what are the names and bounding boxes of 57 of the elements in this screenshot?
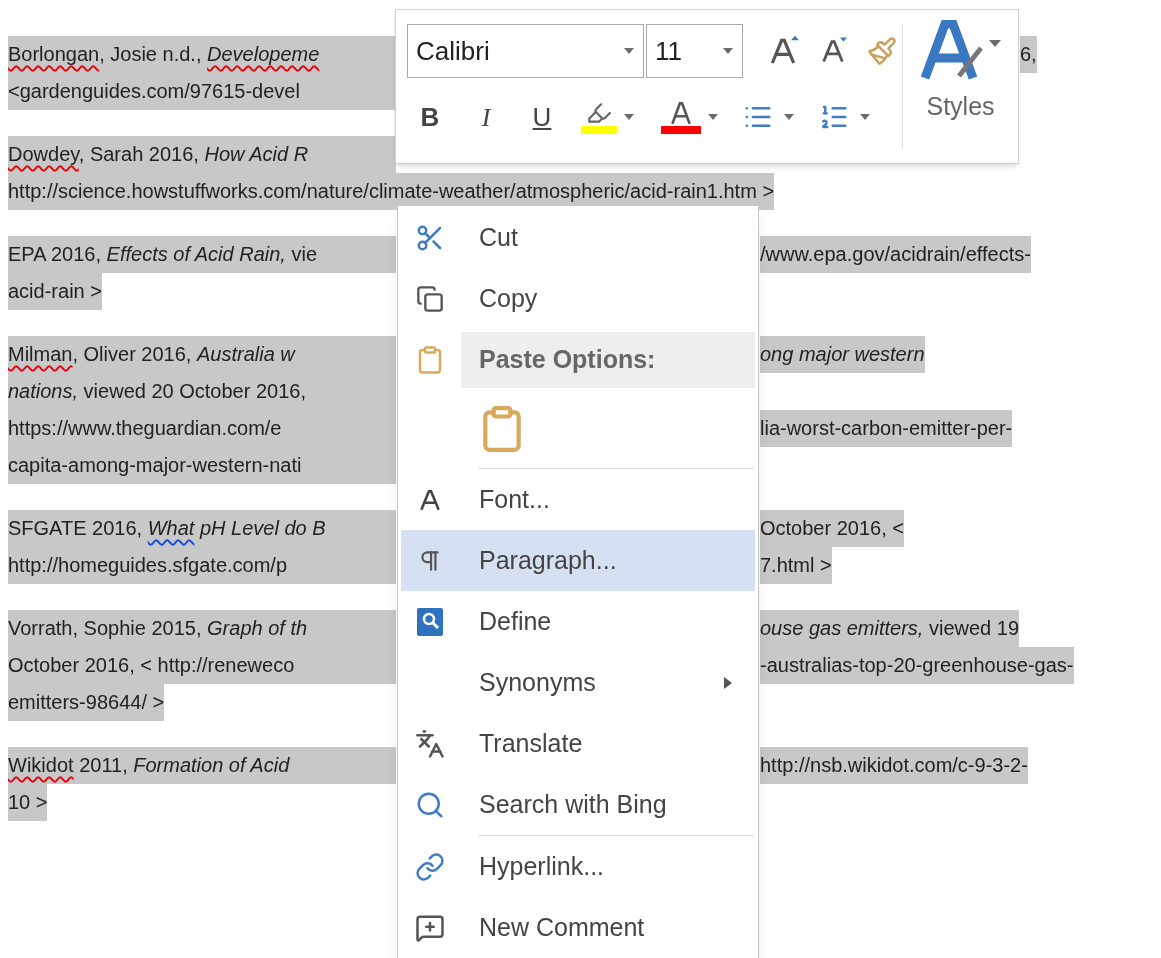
reference-text: Milman, Oliver 2016, Australia w bbox=[8, 336, 396, 373]
menu-section-header: Paste Options: bbox=[461, 331, 755, 388]
reference-text: October 2016, < http://reneweco bbox=[8, 647, 396, 684]
copy-icon bbox=[416, 284, 444, 313]
reference-text: Borlongan, Josie n.d., Developeme bbox=[8, 36, 396, 73]
font-size-field[interactable]: 11 bbox=[646, 24, 743, 78]
reference-text: SFGATE 2016, What pH Level do B bbox=[8, 510, 396, 547]
reference-text: <gardenguides.com/97615-devel bbox=[8, 73, 396, 110]
reference-text: ouse gas emitters, viewed 19 bbox=[760, 610, 1020, 647]
font-color-icon[interactable] bbox=[661, 100, 701, 134]
link-icon bbox=[415, 851, 445, 882]
styles-button[interactable]: Styles bbox=[903, 10, 1018, 163]
caret-icon bbox=[722, 47, 734, 55]
submenu-arrow-icon bbox=[723, 675, 733, 690]
menu-item[interactable]: Font... bbox=[401, 469, 755, 530]
reference-text: 6, bbox=[1020, 36, 1037, 73]
underline-button[interactable]: U bbox=[519, 94, 565, 140]
menu-item[interactable]: Copy bbox=[401, 268, 755, 329]
reference-text: Wikidot 2011, Formation of Acid bbox=[8, 747, 396, 784]
caret-icon bbox=[859, 113, 871, 121]
bold-button[interactable]: B bbox=[407, 94, 453, 140]
reference-text: lia-worst-carbon-emitter-per- bbox=[760, 410, 1013, 447]
menu-item[interactable]: Synonyms bbox=[401, 652, 755, 713]
reference-text: acid-rain > bbox=[8, 273, 102, 310]
menu-item[interactable]: Cut bbox=[401, 207, 755, 268]
menu-item[interactable]: New Comment bbox=[401, 897, 755, 958]
reference-text: http://science.howstuffworks.com/nature/climate-weather/atmospheric/acid-rain1.htm > bbox=[8, 173, 775, 210]
caret-icon bbox=[623, 47, 635, 55]
reference-text: /www.epa.gov/acidrain/effects- bbox=[760, 236, 1031, 273]
translate-icon bbox=[415, 728, 445, 759]
menu-item[interactable]: Search with Bing bbox=[401, 774, 755, 835]
highlight-color-icon[interactable] bbox=[581, 100, 617, 134]
reference-text: Dowdey, Sarah 2016, How Acid R bbox=[8, 136, 396, 173]
reference-text: http://nsb.wikidot.com/c-9-3-2- bbox=[760, 747, 1028, 784]
caret-icon bbox=[783, 113, 795, 121]
caret-icon bbox=[707, 113, 719, 121]
menu-item[interactable]: Translate bbox=[401, 713, 755, 774]
book-search-icon bbox=[415, 605, 445, 638]
reference-text: -australias-top-20-greenhouse-gas- bbox=[760, 647, 1074, 684]
reference-text: Vorrath, Sophie 2015, Graph of th bbox=[8, 610, 396, 647]
menu-item[interactable]: Define bbox=[401, 591, 755, 652]
italic-button[interactable]: I bbox=[463, 94, 509, 140]
reference-text: emitters-98644/ > bbox=[8, 684, 165, 721]
reference-text: EPA 2016, Effects of Acid Rain, vie bbox=[8, 236, 396, 273]
reference-text: 10 > bbox=[8, 784, 48, 821]
reference-text: ong major western bbox=[760, 336, 925, 373]
reference-text: nations, viewed 20 October 2016, bbox=[8, 373, 396, 410]
reference-text: http://homeguides.sfgate.com/p bbox=[8, 547, 396, 584]
menu-item[interactable]: Hyperlink... bbox=[401, 836, 755, 897]
reference-text: https://www.theguardian.com/e bbox=[8, 410, 396, 447]
styles-icon bbox=[918, 20, 1003, 82]
caret-icon bbox=[623, 113, 635, 121]
reference-text: capita-among-major-western-nati bbox=[8, 447, 396, 484]
menu-item[interactable]: Paragraph... bbox=[401, 530, 755, 591]
reference-text: October 2016, < bbox=[760, 510, 904, 547]
reference-text: 7.html > bbox=[760, 547, 832, 584]
font-field[interactable]: Calibri bbox=[407, 24, 644, 78]
